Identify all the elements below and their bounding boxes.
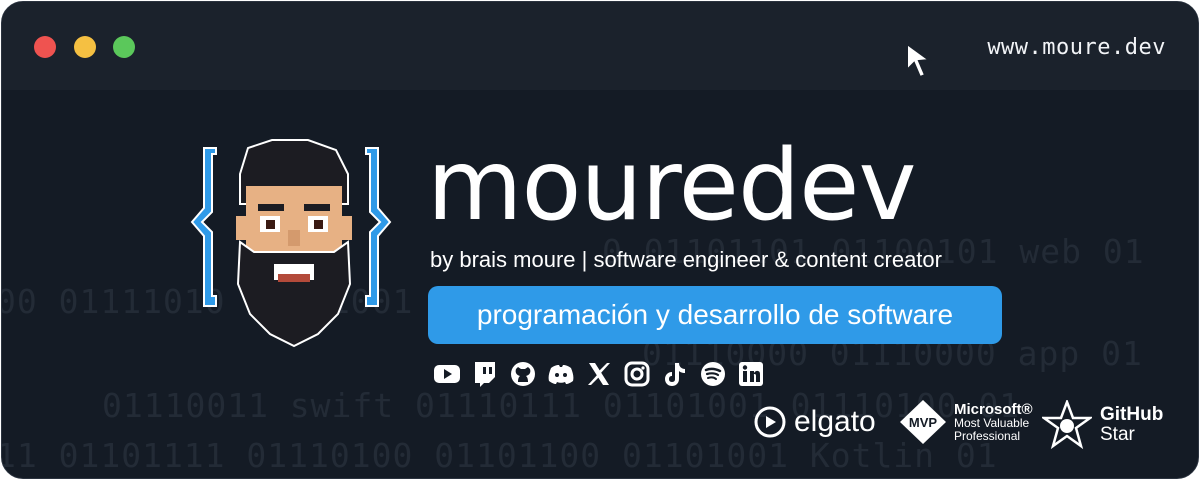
youtube-icon[interactable] bbox=[432, 359, 462, 389]
spotify-icon[interactable] bbox=[698, 359, 728, 389]
mvp-line3: Professional bbox=[954, 428, 1021, 443]
mvp-logo: MVP Microsoft® Most Valuable Professiona… bbox=[898, 398, 1033, 446]
social-links bbox=[432, 359, 766, 389]
github-star-logo: GitHub Star bbox=[1042, 400, 1163, 450]
elgato-logo: elgato bbox=[752, 404, 876, 440]
github-star-icon bbox=[1042, 400, 1092, 450]
cursor-icon bbox=[906, 42, 932, 79]
elgato-icon bbox=[754, 406, 786, 438]
elgato-name: elgato bbox=[794, 405, 876, 438]
mvp-line2: Most Valuable bbox=[954, 416, 1030, 431]
site-url[interactable]: www.moure.dev bbox=[987, 35, 1166, 60]
tiktok-icon[interactable] bbox=[660, 359, 690, 389]
twitch-icon[interactable] bbox=[470, 359, 500, 389]
mvp-line1: Microsoft® bbox=[954, 400, 1033, 418]
linkedin-icon[interactable] bbox=[736, 359, 766, 389]
avatar bbox=[190, 139, 392, 348]
instagram-icon[interactable] bbox=[622, 359, 652, 389]
x-icon[interactable] bbox=[584, 359, 614, 389]
minimize-button[interactable] bbox=[74, 36, 96, 58]
discord-icon[interactable] bbox=[546, 359, 576, 389]
background-binary-line: 01110011 swift 01110111 01101001 0111010… bbox=[102, 386, 1021, 425]
maximize-button[interactable] bbox=[113, 36, 135, 58]
specialty-badge: programación y desarrollo de software bbox=[428, 286, 1002, 344]
github-star-line2: Star bbox=[1100, 424, 1135, 445]
github-icon[interactable] bbox=[508, 359, 538, 389]
background-binary-line: 11 01101111 01110100 01101100 01101001 K… bbox=[1, 436, 998, 475]
github-star-line1: GitHub bbox=[1100, 404, 1164, 426]
close-button[interactable] bbox=[34, 36, 56, 58]
mvp-badge-text: MVP bbox=[909, 415, 938, 430]
tagline: by brais moure | software engineer & con… bbox=[430, 247, 942, 272]
browser-window: www.moure.dev 0 01101101 01100101 web 01… bbox=[1, 1, 1199, 479]
title-bar: www.moure.dev bbox=[2, 2, 1198, 90]
brand-name: mouredev bbox=[427, 129, 916, 243]
specialty-label: programación y desarrollo de software bbox=[476, 299, 954, 330]
mvp-badge-icon: MVP bbox=[900, 400, 946, 444]
